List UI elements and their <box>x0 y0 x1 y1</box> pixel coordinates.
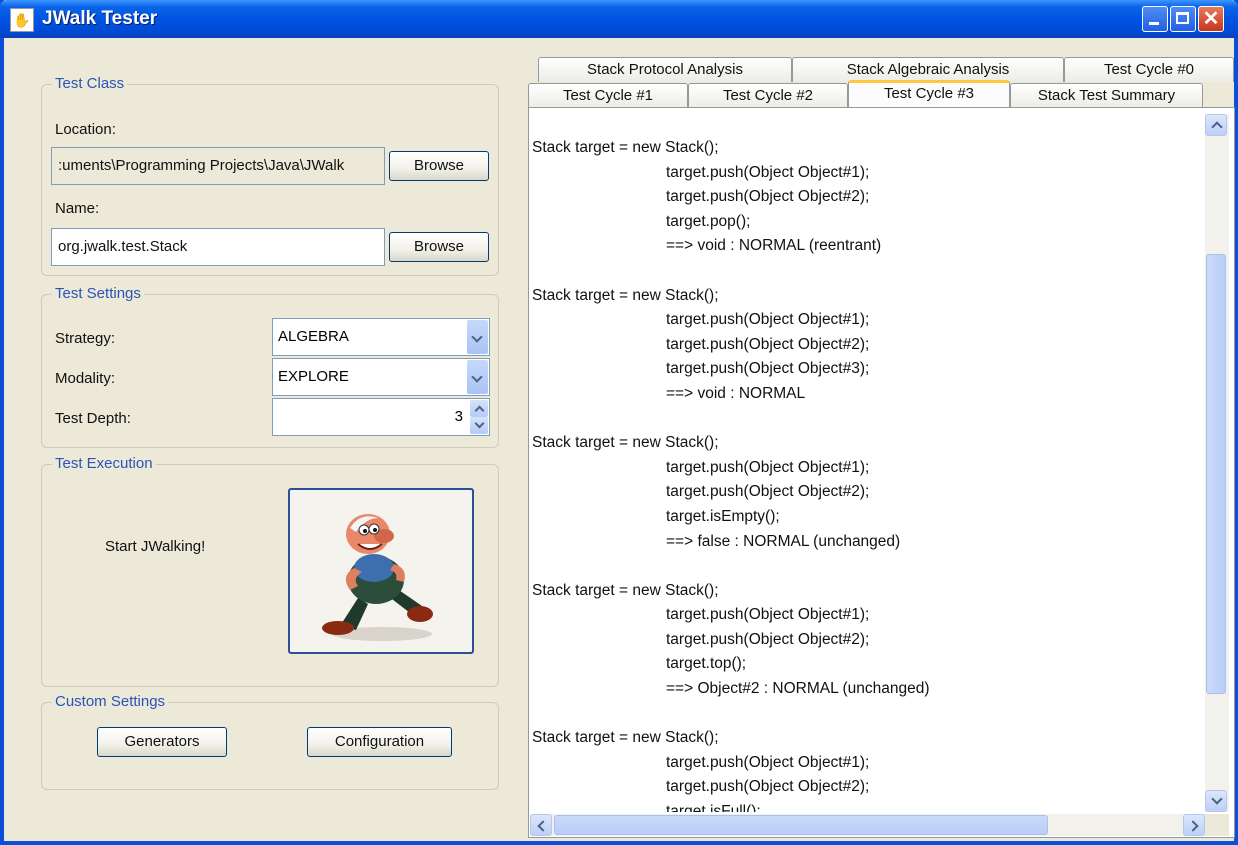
scroll-right-icon[interactable] <box>1183 814 1205 836</box>
test-class-legend: Test Class <box>52 75 128 92</box>
test-depth-label: Test Depth: <box>55 410 131 427</box>
configuration-button[interactable]: Configuration <box>307 727 452 757</box>
vertical-scroll-thumb[interactable] <box>1206 254 1226 694</box>
tab-test-cycle-2[interactable]: Test Cycle #2 <box>688 83 848 108</box>
chevron-down-icon[interactable] <box>467 360 488 394</box>
generators-button[interactable]: Generators <box>97 727 227 757</box>
tab-test-cycle-1[interactable]: Test Cycle #1 <box>528 83 688 108</box>
output-line: target.push(Object Object#2); <box>666 483 870 501</box>
output-line: target.push(Object Object#2); <box>666 630 870 648</box>
output-line: target.isFull(); <box>666 803 761 812</box>
strategy-label: Strategy: <box>55 330 116 347</box>
minimize-icon[interactable] <box>1142 6 1168 32</box>
spin-down-icon[interactable] <box>470 417 488 434</box>
tab-test-cycle-3[interactable]: Test Cycle #3 <box>848 80 1010 108</box>
location-label: Location: <box>55 121 116 138</box>
test-depth-spinner[interactable]: 3 <box>272 398 490 436</box>
test-execution-legend: Test Execution <box>52 455 156 472</box>
output-line: Stack target = new Stack(); <box>532 581 719 599</box>
jwalk-app-icon[interactable]: ✋ <box>10 8 34 32</box>
output-line: Stack target = new Stack(); <box>532 729 719 747</box>
output-line: Stack target = new Stack(); <box>532 139 719 156</box>
modality-label: Modality: <box>55 370 116 387</box>
output-line: target.push(Object Object#1); <box>666 753 870 771</box>
tab-stack-protocol-analysis[interactable]: Stack Protocol Analysis <box>538 57 792 82</box>
jwalk-tester-window: ✋ JWalk Tester ✕ Test Class Location: :u… <box>0 0 1238 845</box>
close-icon[interactable]: ✕ <box>1198 6 1224 32</box>
maximize-icon[interactable] <box>1170 6 1196 32</box>
test-output-text[interactable]: Stack target = new Stack(); target.push(O… <box>532 136 1192 812</box>
output-line: target.push(Object Object#3); <box>666 360 870 378</box>
scroll-up-icon[interactable] <box>1205 114 1227 136</box>
scroll-left-icon[interactable] <box>530 814 552 836</box>
window-title: JWalk Tester <box>42 8 158 29</box>
output-line: target.top(); <box>666 655 747 673</box>
output-line: Stack target = new Stack(); <box>532 434 719 452</box>
tab-stack-test-summary[interactable]: Stack Test Summary <box>1010 83 1203 108</box>
chevron-down-icon[interactable] <box>467 320 488 354</box>
test-depth-value[interactable]: 3 <box>455 408 463 425</box>
strategy-value: ALGEBRA <box>278 328 349 345</box>
tab-test-cycle-0[interactable]: Test Cycle #0 <box>1064 57 1234 82</box>
scroll-down-icon[interactable] <box>1205 790 1227 812</box>
tab-stack-algebraic-analysis[interactable]: Stack Algebraic Analysis <box>792 57 1064 82</box>
spin-up-icon[interactable] <box>470 400 488 417</box>
location-field[interactable]: :uments\Programming Projects\Java\JWalk <box>51 147 385 185</box>
output-line: ==> Object#2 : NORMAL (unchanged) <box>666 680 930 698</box>
jwalker-cartoon-icon <box>322 514 433 641</box>
start-jwalking-label: Start JWalking! <box>105 538 206 555</box>
output-line: Stack target = new Stack(); <box>532 286 719 304</box>
output-line: target.pop(); <box>666 212 751 230</box>
output-line: ==> void : NORMAL (reentrant) <box>666 237 882 255</box>
custom-settings-legend: Custom Settings <box>52 693 169 710</box>
horizontal-scroll-thumb[interactable] <box>554 815 1048 835</box>
output-line: target.push(Object Object#2); <box>666 335 870 353</box>
horizontal-scrollbar[interactable] <box>530 814 1205 836</box>
output-line: ==> false : NORMAL (unchanged) <box>666 532 901 550</box>
name-field[interactable]: org.jwalk.test.Stack <box>51 228 385 266</box>
scrollbar-corner <box>1205 814 1229 836</box>
output-line: ==> void : NORMAL <box>666 384 806 402</box>
output-line: target.push(Object Object#1); <box>666 458 870 476</box>
output-line: target.push(Object Object#2); <box>666 778 870 796</box>
location-browse-button[interactable]: Browse <box>389 151 489 181</box>
strategy-select[interactable]: ALGEBRA <box>272 318 490 356</box>
output-line: target.push(Object Object#1); <box>666 163 870 181</box>
test-cycle-output-panel[interactable]: Stack target = new Stack(); target.push(O… <box>528 107 1235 838</box>
start-jwalking-button[interactable] <box>288 488 474 654</box>
modality-select[interactable]: EXPLORE <box>272 358 490 396</box>
output-line: target.push(Object Object#2); <box>666 188 870 206</box>
modality-value: EXPLORE <box>278 368 349 385</box>
name-label: Name: <box>55 200 100 217</box>
test-settings-legend: Test Settings <box>52 285 144 302</box>
name-browse-button[interactable]: Browse <box>389 232 489 262</box>
output-line: target.push(Object Object#1); <box>666 606 870 624</box>
vertical-scrollbar[interactable] <box>1205 114 1229 812</box>
output-line: target.isEmpty(); <box>666 507 780 525</box>
output-line: target.push(Object Object#1); <box>666 311 870 329</box>
title-bar[interactable]: ✋ JWalk Tester ✕ <box>0 0 1238 38</box>
